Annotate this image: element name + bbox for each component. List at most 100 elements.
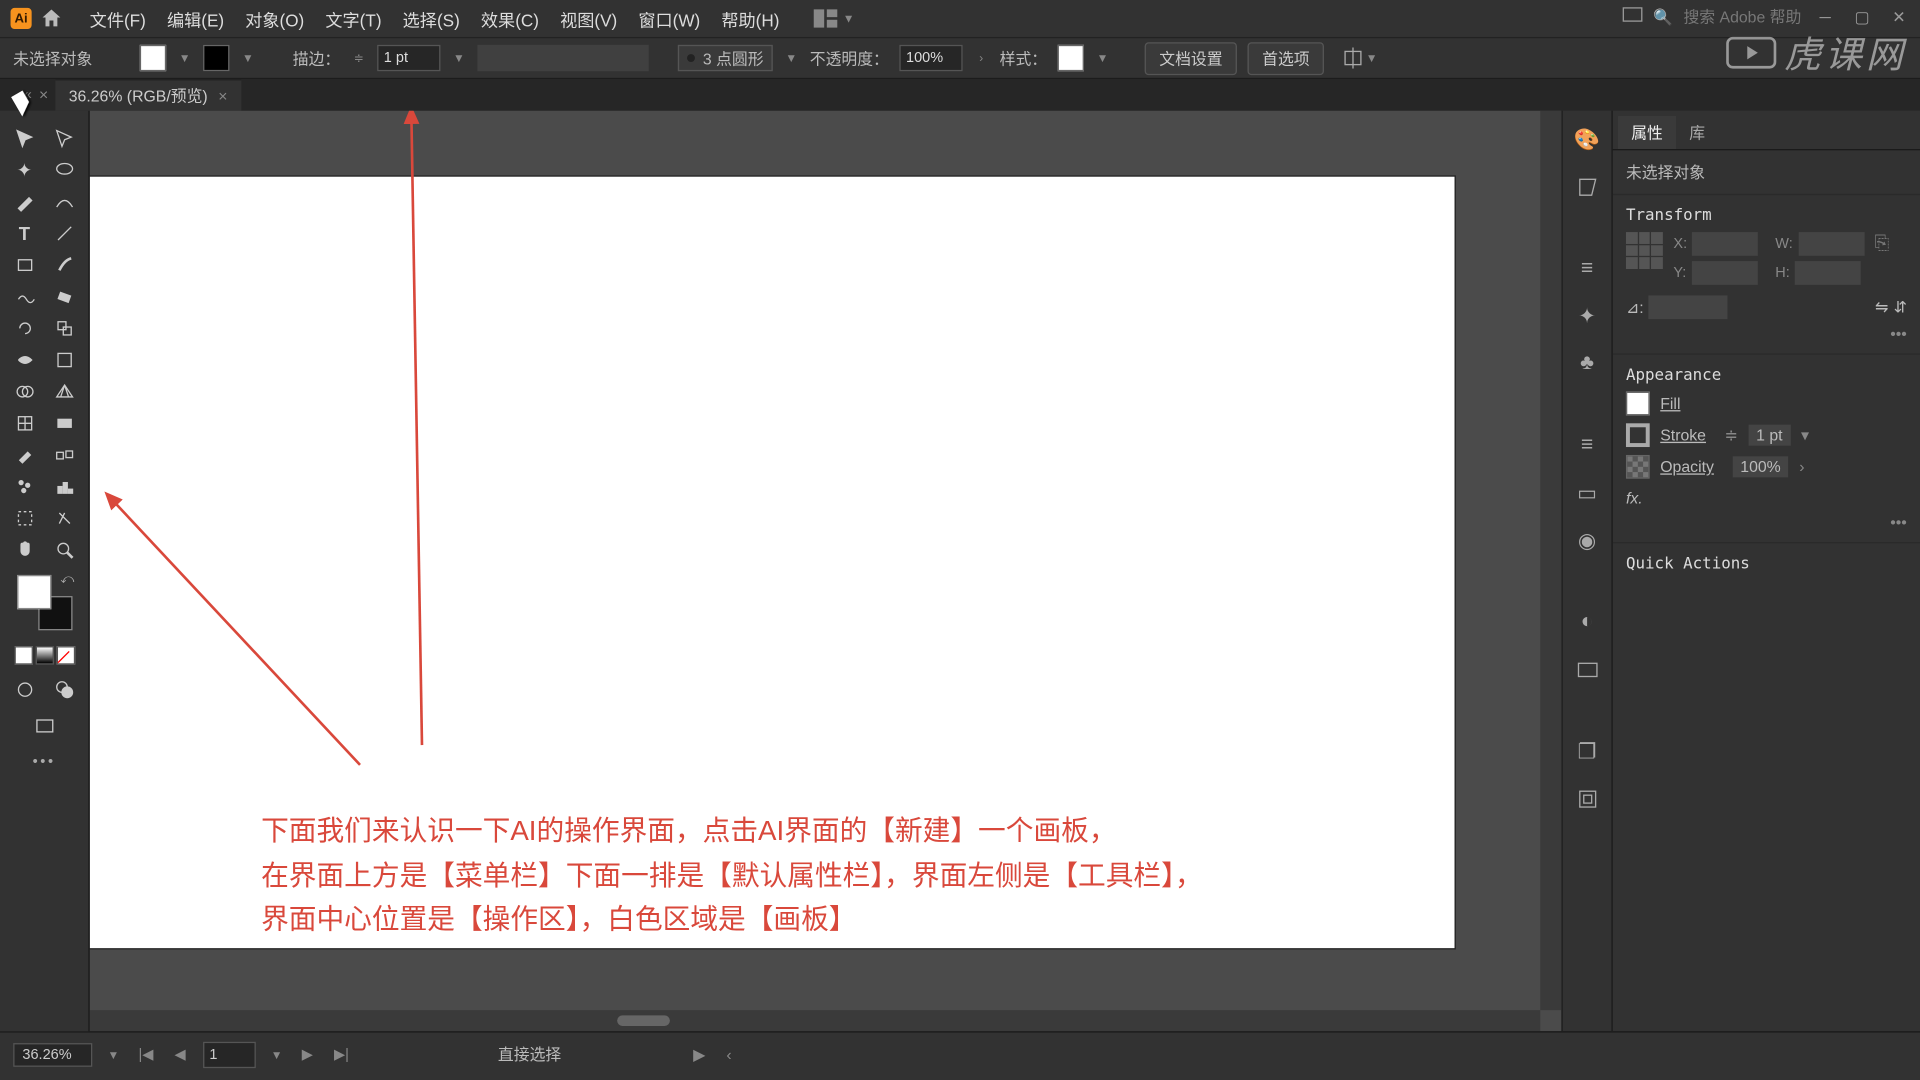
lasso-tool[interactable] [45, 156, 82, 185]
window-frame-icon[interactable] [1622, 7, 1643, 27]
artboard-tool[interactable] [6, 504, 43, 533]
rotate-tool[interactable] [6, 314, 43, 343]
color-mode-solid[interactable] [14, 646, 32, 664]
width-tool[interactable] [6, 345, 43, 374]
artboard-number-input[interactable] [203, 1041, 256, 1067]
horizontal-scrollbar[interactable] [90, 1010, 1541, 1031]
shape-builder-tool[interactable] [6, 377, 43, 406]
mesh-tool[interactable] [6, 409, 43, 438]
appearance-panel-icon[interactable]: ◉ [1571, 525, 1603, 557]
maximize-button[interactable]: ▢ [1849, 7, 1875, 25]
paintbrush-tool[interactable] [45, 251, 82, 280]
y-field[interactable]: Y: [1673, 261, 1762, 285]
w-field[interactable]: W: [1775, 232, 1864, 256]
menu-window[interactable]: 窗口(W) [628, 1, 711, 37]
search-icon[interactable]: 🔍 [1653, 7, 1673, 25]
stroke-weight-dropdown-icon[interactable]: ▼ [451, 45, 467, 71]
last-artboard-button[interactable]: ▶| [330, 1046, 353, 1063]
graphic-style-swatch[interactable] [1058, 45, 1084, 71]
blend-tool[interactable] [45, 440, 82, 469]
align-to-button[interactable]: ▼ [1343, 45, 1380, 71]
document-tab[interactable]: 36.26% (RGB/预览) × [56, 79, 241, 111]
fill-color-icon[interactable] [16, 575, 50, 609]
home-icon[interactable] [40, 7, 64, 31]
type-tool[interactable]: T [6, 219, 43, 248]
stroke-stepper-icon[interactable]: ≑ [351, 45, 367, 71]
slice-tool[interactable] [45, 504, 82, 533]
color-mode-none[interactable] [56, 646, 74, 664]
link-wh-icon[interactable]: ⎘ [1875, 232, 1890, 254]
line-segment-tool[interactable] [45, 219, 82, 248]
appearance-stroke-swatch[interactable] [1626, 423, 1650, 447]
menu-edit[interactable]: 编辑(E) [156, 1, 234, 37]
close-document-icon[interactable]: × [218, 86, 227, 104]
h-field[interactable]: H: [1775, 261, 1864, 285]
stroke-swatch[interactable] [203, 45, 229, 71]
menu-object[interactable]: 对象(O) [235, 1, 315, 37]
swap-colors-icon[interactable]: ⤺ [60, 572, 74, 587]
column-graph-tool[interactable] [45, 472, 82, 501]
eraser-tool[interactable] [45, 282, 82, 311]
pen-tool[interactable] [6, 187, 43, 216]
symbols-panel-icon[interactable]: ♣ [1571, 348, 1603, 380]
magic-wand-tool[interactable]: ✦ [6, 156, 43, 185]
x-field[interactable]: X: [1673, 232, 1762, 256]
curvature-tool[interactable] [45, 187, 82, 216]
gradient-tool[interactable] [45, 409, 82, 438]
edit-toolbar-button[interactable]: ••• [33, 754, 56, 770]
menu-file[interactable]: 文件(F) [79, 1, 156, 37]
arrange-documents-button[interactable]: ▼ [814, 9, 855, 27]
close-button[interactable]: ✕ [1886, 7, 1912, 25]
stroke-dropdown-icon[interactable]: ▼ [240, 45, 256, 71]
preferences-button[interactable]: 首选项 [1248, 42, 1325, 75]
selection-tool[interactable] [6, 124, 43, 153]
appearance-opacity-value[interactable]: 100% [1732, 456, 1788, 477]
search-help[interactable]: 搜索 Adobe 帮助 [1683, 5, 1801, 27]
scale-tool[interactable] [45, 314, 82, 343]
brushes-panel-icon[interactable]: ≡ [1571, 430, 1603, 462]
swatches-panel-icon[interactable] [1571, 171, 1603, 203]
tab-properties[interactable]: 属性 [1618, 116, 1676, 149]
tab-libraries[interactable]: 库 [1676, 116, 1718, 149]
fill-stroke-color[interactable]: ⤺ [16, 575, 71, 630]
screen-mode-button[interactable] [26, 712, 63, 741]
shaper-tool[interactable] [6, 282, 43, 311]
graphic-styles-panel-icon[interactable]: ◐ [1571, 607, 1603, 639]
angle-input[interactable] [1648, 295, 1727, 319]
rectangle-tool[interactable] [6, 251, 43, 280]
flip-horizontal-icon[interactable]: ⇋ [1875, 298, 1888, 316]
menu-help[interactable]: 帮助(H) [711, 1, 790, 37]
menu-type[interactable]: 文字(T) [315, 1, 392, 37]
variable-width-profile[interactable] [477, 45, 648, 71]
transparency-panel-icon[interactable]: ▭ [1571, 477, 1603, 509]
perspective-grid-tool[interactable] [45, 377, 82, 406]
opacity-input[interactable] [899, 45, 962, 71]
fx-button[interactable]: fx. [1626, 489, 1907, 507]
flip-vertical-icon[interactable]: ⇵ [1894, 298, 1907, 316]
color-mode-gradient[interactable] [35, 646, 53, 664]
close-tab-icon[interactable]: × [32, 86, 56, 104]
menu-select[interactable]: 选择(S) [392, 1, 470, 37]
prev-artboard-button[interactable]: ◀ [171, 1046, 190, 1063]
artboards-panel-icon[interactable] [1571, 783, 1603, 815]
appearance-opacity-swatch[interactable] [1626, 455, 1650, 479]
next-artboard-button[interactable]: ▶ [298, 1046, 317, 1063]
draw-normal-icon[interactable] [6, 675, 43, 704]
first-artboard-button[interactable]: |◀ [135, 1046, 158, 1063]
brush-dropdown-icon[interactable]: ▼ [783, 45, 799, 71]
status-play-icon[interactable]: ▶ [693, 1045, 705, 1063]
eyedropper-tool[interactable] [6, 440, 43, 469]
status-scroll-left-icon[interactable]: ‹ [726, 1045, 731, 1063]
fill-dropdown-icon[interactable]: ▼ [177, 45, 193, 71]
symbol-sprayer-tool[interactable] [6, 472, 43, 501]
more-options-icon[interactable]: ••• [1626, 324, 1907, 342]
menu-view[interactable]: 视图(V) [550, 1, 628, 37]
appearance-more-icon[interactable]: ••• [1626, 513, 1907, 531]
layers-panel-icon[interactable] [1571, 654, 1603, 686]
canvas-area[interactable]: 下面我们来认识一下AI的操作界面，点击AI界面的【新建】一个画板， 在界面上方是… [90, 111, 1562, 1031]
free-transform-tool[interactable] [45, 345, 82, 374]
draw-behind-icon[interactable] [45, 675, 82, 704]
style-dropdown-icon[interactable]: ▼ [1095, 45, 1111, 71]
stroke-panel-icon[interactable]: ≡ [1571, 253, 1603, 285]
fill-swatch[interactable] [140, 45, 166, 71]
